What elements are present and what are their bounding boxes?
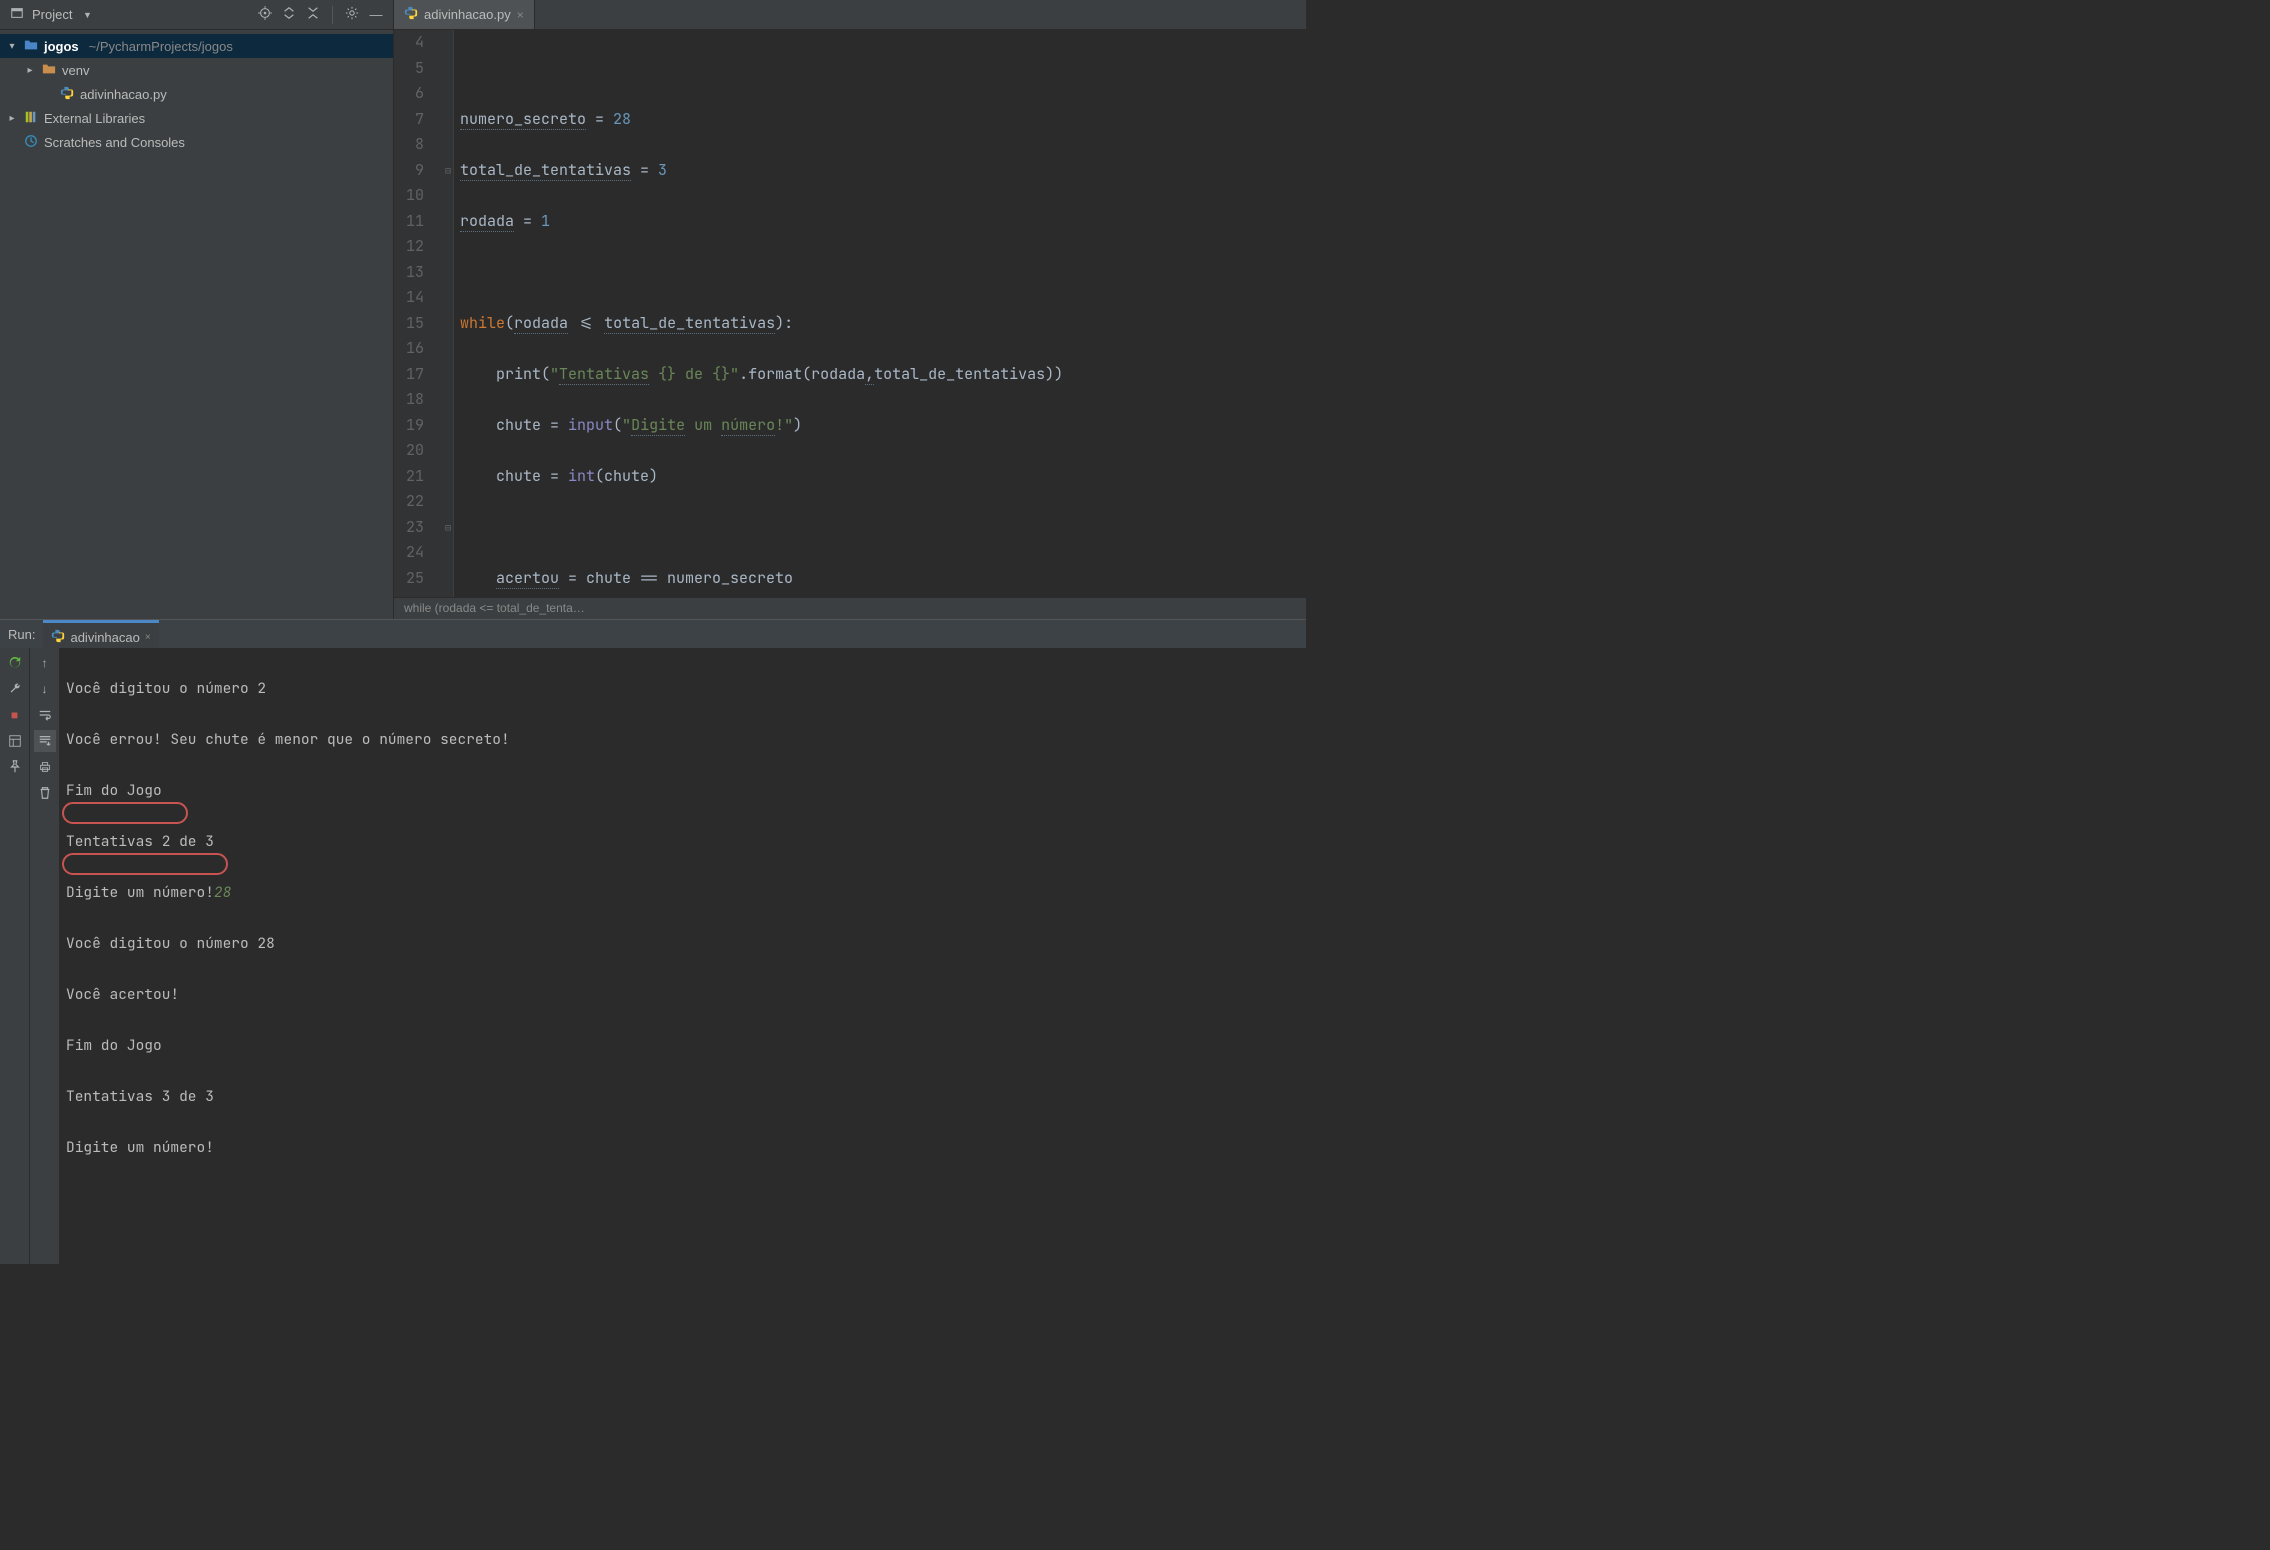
run-body: ■ ↑ ↓ (0, 648, 1306, 1264)
project-tree[interactable]: ▾ jogos ~/PycharmProjects/jogos ▸ venv (0, 30, 393, 158)
console-line: Você digitou o número 28 (66, 931, 1300, 957)
run-label: Run: (8, 627, 35, 642)
folder-venv[interactable]: ▸ venv (0, 58, 393, 82)
breadcrumb[interactable]: while (rodada <= total_de_tenta… (394, 597, 1306, 619)
code-line: print("Tentativas {} de {}".format(rodad… (460, 362, 1126, 388)
run-header: Run: adivinhacao × (0, 620, 1306, 648)
scratches-consoles[interactable]: Scratches and Consoles (0, 130, 393, 154)
folder-icon (22, 38, 40, 55)
down-icon[interactable]: ↓ (34, 678, 56, 700)
external-label: External Libraries (44, 111, 145, 126)
editor-tabbar: adivinhacao.py × (394, 0, 1306, 30)
code-content[interactable]: numero_secreto = 28 total_de_tentativas … (454, 30, 1126, 597)
code-line: acertou = chute == numero_secreto (460, 566, 1126, 592)
wrench-icon[interactable] (4, 678, 26, 700)
folder-label: venv (62, 63, 89, 78)
collapse-all-icon[interactable] (304, 6, 322, 23)
scratches-label: Scratches and Consoles (44, 135, 185, 150)
code-line: chute = int(chute) (460, 464, 1126, 490)
layout-icon[interactable] (4, 730, 26, 752)
editor-tab-adivinhacao[interactable]: adivinhacao.py × (394, 0, 535, 29)
code-line (460, 56, 1126, 82)
project-path: ~/PycharmProjects/jogos (89, 39, 233, 54)
fold-icon[interactable]: ⊟ (442, 515, 454, 541)
chevron-right-icon[interactable]: ▸ (24, 65, 36, 76)
rerun-button[interactable] (4, 652, 26, 674)
project-toolwindow-header: Project ▼ — (0, 0, 393, 30)
code-area[interactable]: 45678910111213141516171819202122232425 ⊟… (394, 30, 1306, 597)
code-line: rodada = 1 (460, 209, 1126, 235)
scratches-icon (22, 134, 40, 151)
project-root[interactable]: ▾ jogos ~/PycharmProjects/jogos (0, 34, 393, 58)
console-output[interactable]: Você digitou o número 2 Você errou! Seu … (60, 648, 1306, 1264)
hide-icon[interactable]: — (367, 7, 385, 22)
python-file-icon (51, 629, 65, 646)
code-line: total_de_tentativas = 3 (460, 158, 1126, 184)
print-icon[interactable] (34, 756, 56, 778)
stop-button[interactable]: ■ (4, 704, 26, 726)
project-title: Project (32, 7, 72, 22)
code-line (460, 260, 1126, 286)
close-icon[interactable]: × (145, 632, 151, 643)
soft-wrap-icon[interactable] (34, 704, 56, 726)
console-line: Tentativas 3 de 3 (66, 1084, 1300, 1110)
chevron-down-icon[interactable]: ▾ (6, 41, 18, 52)
gear-icon[interactable] (343, 6, 361, 23)
console-line: Fim do Jogo (66, 1033, 1300, 1059)
project-icon (8, 6, 26, 23)
tab-label: adivinhacao.py (424, 7, 511, 22)
console-line: Você errou! Seu chute é menor que o núme… (66, 727, 1300, 753)
external-libraries[interactable]: ▸ External Libraries (0, 106, 393, 130)
run-toolbar-left: ■ (0, 648, 30, 1264)
expand-all-icon[interactable] (280, 6, 298, 23)
run-tab[interactable]: adivinhacao × (43, 620, 158, 648)
python-file-icon (58, 86, 76, 103)
console-line: Fim do Jogo (66, 778, 1300, 804)
chevron-down-icon[interactable]: ▼ (78, 10, 96, 20)
fold-column[interactable]: ⊟ ⊟ (442, 30, 454, 597)
up-icon[interactable]: ↑ (34, 652, 56, 674)
scroll-end-icon[interactable] (34, 730, 56, 752)
console-line: Tentativas 2 de 3 (66, 829, 1300, 855)
console-line: Digite um número! (66, 1135, 1300, 1161)
python-file-icon (404, 6, 418, 23)
libraries-icon (22, 110, 40, 127)
highlight-circle (62, 853, 228, 875)
file-adivinhacao[interactable]: adivinhacao.py (0, 82, 393, 106)
locate-icon[interactable] (256, 6, 274, 23)
folder-icon (40, 62, 58, 79)
run-toolbar-right: ↑ ↓ (30, 648, 60, 1264)
close-icon[interactable]: × (517, 8, 524, 22)
run-toolwindow: Run: adivinhacao × ■ (0, 619, 1306, 899)
file-label: adivinhacao.py (80, 87, 167, 102)
console-line: Digite um número!28 (66, 880, 1300, 906)
console-line: Você digitou o número 2 (66, 676, 1300, 702)
project-sidebar: Project ▼ — ▾ (0, 0, 394, 619)
code-line: numero_secreto = 28 (460, 107, 1126, 133)
trash-icon[interactable] (34, 782, 56, 804)
console-line: Você acertou! (66, 982, 1300, 1008)
code-line: chute = input("Digite um número!") (460, 413, 1126, 439)
editor: adivinhacao.py × 45678910111213141516171… (394, 0, 1306, 619)
run-tab-label: adivinhacao (70, 630, 139, 645)
gutter: 45678910111213141516171819202122232425 (394, 30, 442, 597)
pin-icon[interactable] (4, 756, 26, 778)
fold-icon[interactable]: ⊟ (442, 158, 454, 184)
project-name: jogos (44, 39, 79, 54)
code-line: while(rodada <= total_de_tentativas): (460, 311, 1126, 337)
code-line (460, 515, 1126, 541)
chevron-right-icon[interactable]: ▸ (6, 113, 18, 124)
highlight-circle (62, 802, 188, 824)
